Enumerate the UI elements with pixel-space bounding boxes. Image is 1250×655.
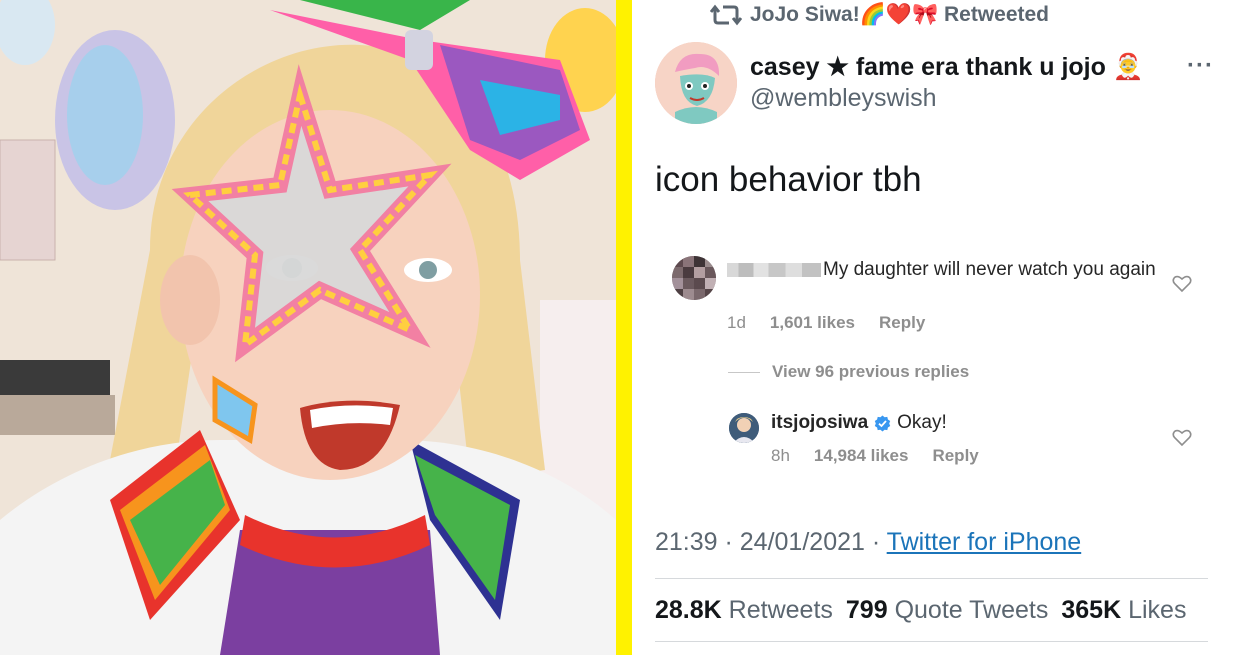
heart-icon[interactable] (1172, 275, 1192, 293)
reply-meta: 8h 14,984 likes Reply (771, 446, 979, 466)
reply-avatar (729, 413, 759, 443)
retweets-label: Retweets (728, 596, 833, 624)
blurred-username (727, 262, 821, 277)
author-avatar[interactable] (655, 42, 737, 124)
replies-line (728, 371, 760, 373)
author-handle[interactable]: @wembleyswish (750, 84, 937, 113)
verified-badge-icon (874, 415, 891, 431)
reply-body: Okay! (897, 412, 947, 433)
tweet-source-link[interactable]: Twitter for iPhone (887, 528, 1082, 556)
tweet-card: JoJo Siwa!🌈❤️🎀 Retweeted casey ★ fame er… (632, 0, 1250, 655)
reply-likes[interactable]: 14,984 likes (814, 446, 909, 466)
comment-meta: 1d 1,601 likes Reply (727, 313, 925, 333)
comment-text: My daughter will never watch you again (727, 258, 1167, 281)
retweet-icon (710, 4, 742, 26)
tweet-photo[interactable] (0, 0, 616, 655)
timestamp-text: 21:39 · 24/01/2021 · (655, 528, 887, 556)
commenter-avatar (672, 256, 716, 300)
reply-reply-button[interactable]: Reply (932, 446, 978, 466)
tweet-timestamp: 21:39 · 24/01/2021 · Twitter for iPhone (655, 528, 1081, 557)
pixelated-avatar (672, 256, 716, 300)
view-replies-label: View 96 previous replies (772, 362, 970, 381)
comment-likes[interactable]: 1,601 likes (770, 313, 855, 333)
yellow-divider (616, 0, 632, 655)
reply-username[interactable]: itsjojosiwa (771, 412, 868, 434)
quotes-count: 799 (845, 596, 888, 624)
tweet-text: icon behavior tbh (655, 160, 922, 199)
retweets-count: 28.8K (655, 596, 722, 624)
comment-body: My daughter will never watch you again (823, 259, 1156, 280)
divider-line (655, 641, 1208, 642)
retweets-stat[interactable]: 28.8K Retweets (655, 596, 833, 625)
reply-text: itsjojosiwa Okay! (771, 412, 947, 434)
tweet-stats: 28.8K Retweets 799 Quote Tweets 365K Lik… (655, 596, 1186, 625)
view-previous-replies[interactable]: View 96 previous replies (728, 362, 969, 382)
likes-label: Likes (1128, 596, 1187, 624)
quotes-label: Quote Tweets (894, 596, 1049, 624)
comment-reply-button[interactable]: Reply (879, 313, 925, 333)
divider-line (655, 578, 1208, 579)
likes-stat[interactable]: 365K Likes (1061, 596, 1186, 625)
reply-age: 8h (771, 446, 790, 465)
author-display-name[interactable]: casey ★ fame era thank u jojo 🤶 (750, 52, 1144, 82)
quote-tweets-stat[interactable]: 799 Quote Tweets (846, 596, 1048, 625)
avatar-illustration (655, 42, 737, 124)
likes-count: 365K (1061, 596, 1122, 624)
reply-avatar-image (729, 413, 759, 443)
more-options-icon[interactable]: ··· (1187, 52, 1214, 80)
comment-age: 1d (727, 313, 746, 332)
retweeted-by-bar[interactable]: JoJo Siwa!🌈❤️🎀 Retweeted (710, 2, 1049, 28)
heart-icon[interactable] (1172, 429, 1192, 447)
photo-illustration (0, 0, 616, 655)
retweeted-by-label: JoJo Siwa!🌈❤️🎀 Retweeted (750, 3, 1050, 26)
